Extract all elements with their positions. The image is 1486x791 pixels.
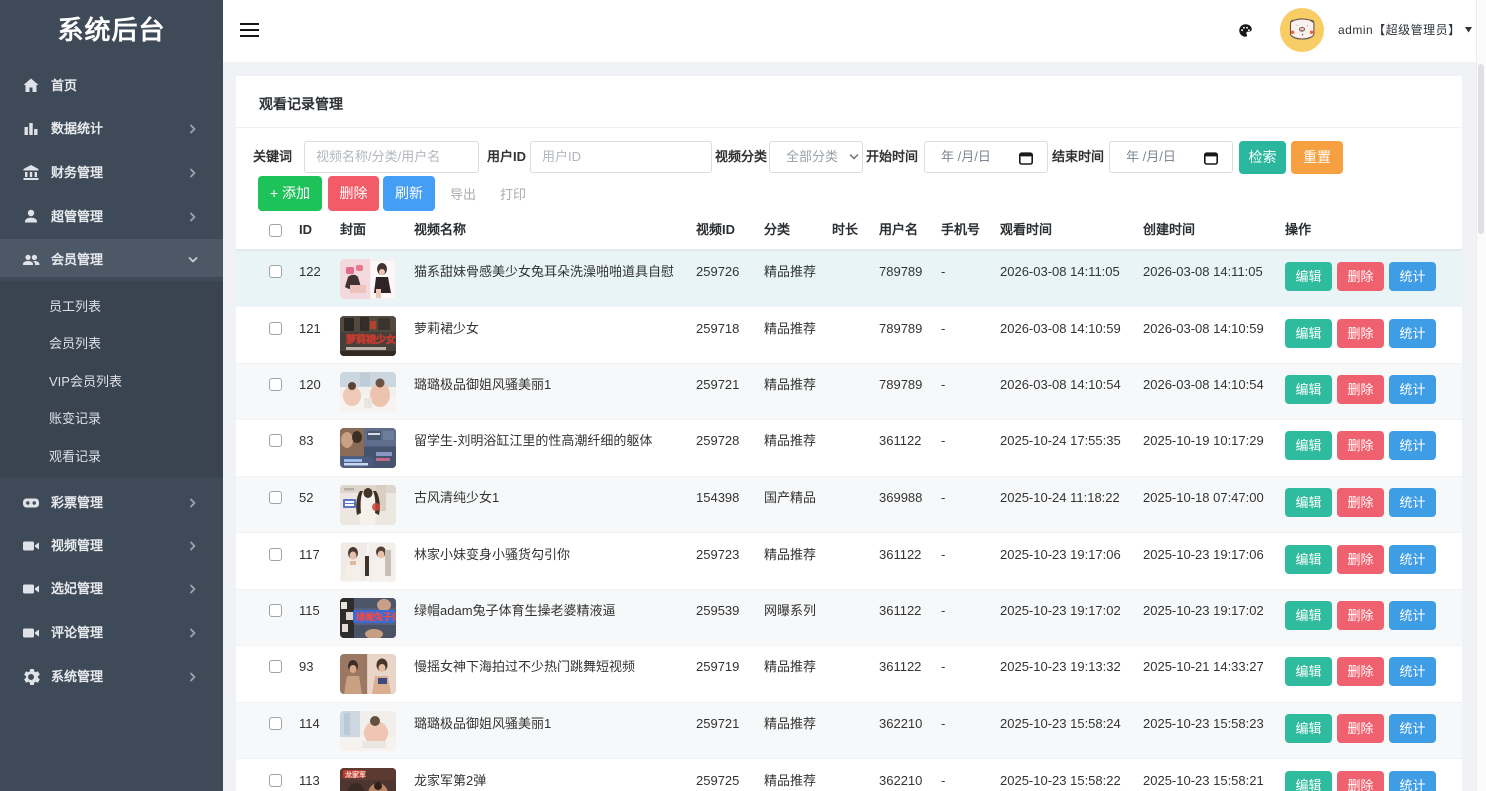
- svg-text:绿帽兔子体育: 绿帽兔子体育: [356, 611, 396, 622]
- svg-text:萝莉裙少女: 萝莉裙少女: [346, 333, 396, 346]
- svg-text:龙家军: 龙家军: [344, 770, 366, 779]
